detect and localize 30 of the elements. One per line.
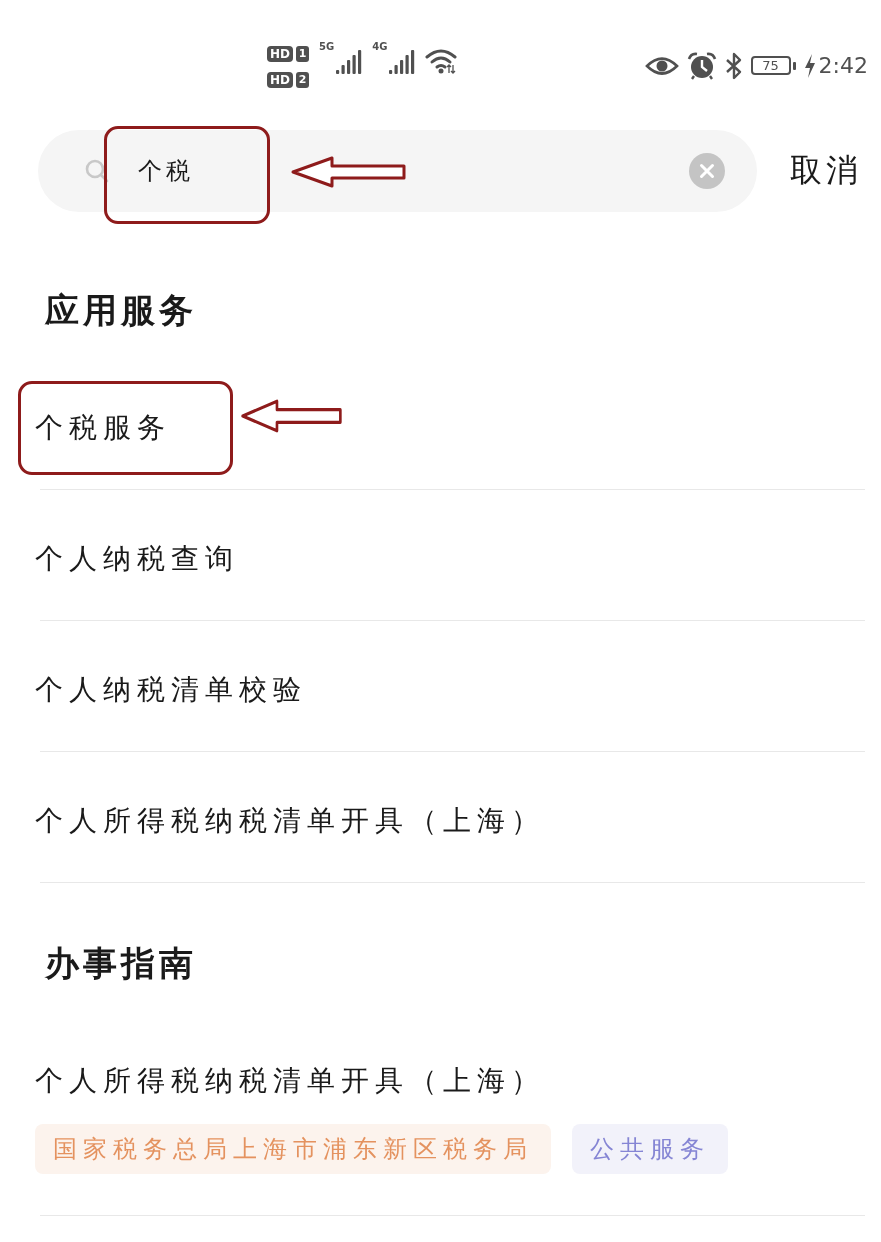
search-query: 个税: [138, 156, 194, 186]
signal-icon: [389, 49, 416, 74]
search-result-item[interactable]: 个人所得税纳税清单开具（上海）: [35, 1061, 545, 1101]
clock-time: 2:42: [818, 53, 868, 78]
search-result-item[interactable]: 个人所得税纳税清单开具（上海）: [35, 801, 545, 841]
cancel-button[interactable]: 取消: [790, 149, 862, 193]
section-heading: 应用服务: [44, 289, 198, 332]
hd-badge: HD: [267, 71, 293, 88]
battery-indicator: 75: [750, 56, 796, 75]
network-type-label: 4G: [372, 40, 388, 53]
network-type-label: 5G: [319, 40, 335, 53]
wifi-icon: [425, 47, 458, 74]
search-result-item[interactable]: 个人纳税清单校验: [35, 670, 307, 710]
left-arrow-icon: [290, 155, 407, 189]
alarm-clock-icon: [686, 51, 717, 80]
service-tag: 国家税务总局上海市浦东新区税务局: [35, 1124, 551, 1174]
bluetooth-icon: [724, 51, 743, 80]
service-tag: 公共服务: [572, 1124, 728, 1174]
search-result-item[interactable]: 个人纳税查询: [35, 539, 239, 579]
eye-icon: [644, 54, 679, 77]
hd-badge: HD: [267, 45, 293, 62]
signal-icon: [336, 49, 363, 74]
sim-slot-badge: 2: [296, 71, 309, 88]
sim-slot-badge: 1: [296, 45, 309, 62]
search-field[interactable]: 个税: [38, 130, 757, 212]
section-heading: 办事指南: [44, 942, 198, 985]
clear-button[interactable]: [689, 153, 725, 189]
left-arrow-icon: [240, 398, 343, 434]
search-icon: [85, 158, 109, 184]
search-result-item[interactable]: 个税服务: [35, 408, 171, 448]
